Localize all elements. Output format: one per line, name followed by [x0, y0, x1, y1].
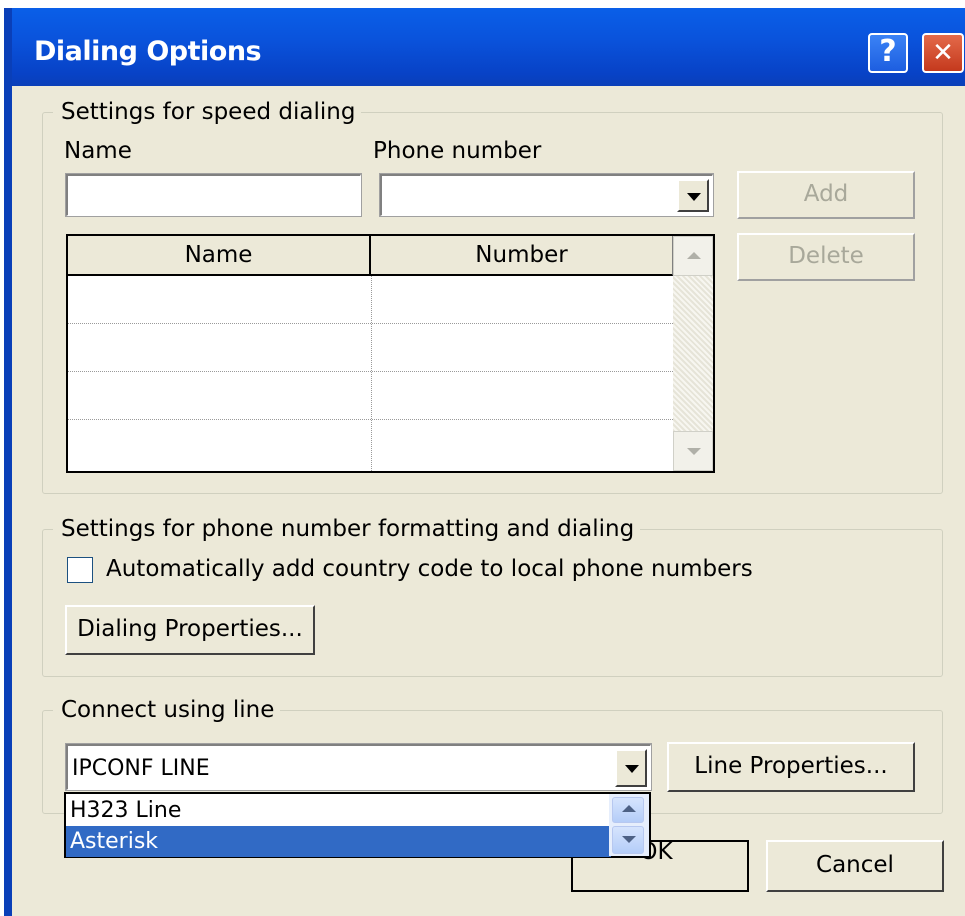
speed-dial-group-title: Settings for speed dialing — [53, 99, 362, 125]
dialing-properties-button[interactable]: Dialing Properties... — [65, 605, 315, 655]
cancel-button[interactable]: Cancel — [766, 840, 944, 892]
dialing-options-dialog: Dialing Options ? ✕ Settings for speed d… — [0, 0, 965, 916]
chevron-up-icon — [622, 805, 636, 812]
scroll-up-button[interactable] — [673, 236, 713, 276]
cancel-button-label: Cancel — [816, 852, 894, 878]
window-left-edge — [0, 0, 12, 916]
dropdown-scroll-down-button[interactable] — [612, 826, 644, 854]
chevron-down-icon — [622, 836, 636, 843]
add-button[interactable]: Add — [737, 171, 915, 219]
line-select-value: IPCONF LINE — [72, 756, 210, 781]
add-button-label: Add — [803, 181, 849, 207]
delete-button[interactable]: Delete — [737, 233, 915, 281]
delete-button-label: Delete — [788, 243, 864, 269]
line-select[interactable]: IPCONF LINE — [65, 743, 652, 791]
column-header-number-label: Number — [475, 242, 568, 268]
dropdown-scrollbar[interactable] — [609, 794, 649, 856]
name-label: Name — [64, 138, 132, 164]
close-button[interactable]: ✕ — [922, 33, 964, 73]
line-option-asterisk[interactable]: Asterisk — [66, 826, 611, 857]
column-header-number[interactable]: Number — [371, 236, 673, 276]
help-button[interactable]: ? — [868, 33, 908, 73]
line-properties-label: Line Properties... — [694, 753, 888, 779]
phone-number-combobox[interactable] — [379, 173, 714, 217]
formatting-group-title: Settings for phone number formatting and… — [53, 516, 641, 542]
name-input[interactable] — [65, 173, 362, 217]
column-header-name-label: Name — [184, 242, 253, 268]
column-divider — [371, 276, 372, 471]
window-title: Dialing Options — [34, 36, 262, 67]
chevron-down-icon — [687, 448, 701, 455]
chevron-up-icon — [687, 252, 701, 259]
phone-number-label: Phone number — [373, 138, 542, 164]
list-vertical-scrollbar[interactable] — [673, 236, 713, 471]
phone-number-dropdown-arrow-icon[interactable] — [677, 179, 709, 212]
dropdown-scroll-up-button[interactable] — [612, 797, 644, 823]
auto-country-code-label[interactable]: Automatically add country code to local … — [106, 556, 753, 582]
scroll-down-button[interactable] — [673, 431, 713, 471]
auto-country-code-checkbox[interactable] — [67, 557, 93, 583]
title-bar[interactable]: Dialing Options ? ✕ — [12, 8, 965, 86]
help-icon: ? — [879, 34, 897, 69]
speed-dial-list[interactable]: Name Number — [66, 234, 715, 473]
close-icon: ✕ — [932, 38, 954, 68]
line-properties-button[interactable]: Line Properties... — [667, 742, 915, 792]
connect-line-group-title: Connect using line — [53, 697, 281, 723]
dialing-properties-label: Dialing Properties... — [77, 616, 303, 642]
line-dropdown-list[interactable]: H323 Line Asterisk — [64, 792, 651, 858]
line-option-h323[interactable]: H323 Line — [66, 795, 611, 826]
column-header-name[interactable]: Name — [68, 236, 371, 276]
line-select-dropdown-arrow-icon[interactable] — [615, 749, 647, 787]
